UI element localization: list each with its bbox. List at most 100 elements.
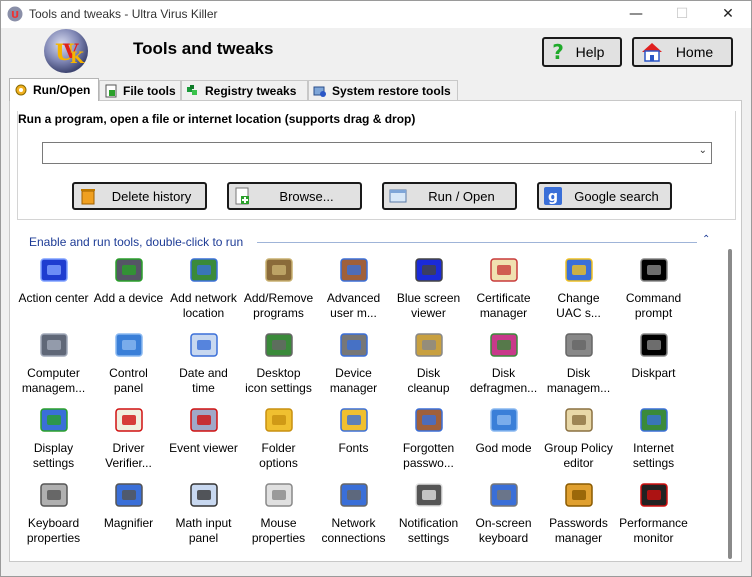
tool-item-driver[interactable]: Driver Verifier...: [91, 405, 166, 471]
tool-item-disk[interactable]: Disk cleanup: [391, 330, 466, 396]
run-open-button[interactable]: Run / Open: [382, 182, 517, 210]
tool-item-certificate[interactable]: Certificate manager: [466, 255, 541, 321]
delete-history-button[interactable]: Delete history: [72, 182, 207, 210]
tool-label: settings: [32, 456, 75, 470]
tool-item-math-input[interactable]: Math input panel: [166, 480, 241, 546]
tool-item-display[interactable]: Display settings: [16, 405, 91, 471]
tool-label: Display: [33, 441, 74, 455]
home-button[interactable]: Home: [632, 37, 733, 67]
close-button[interactable]: ✕: [705, 1, 751, 28]
calendar-icon: [189, 333, 218, 357]
globe-icon: [639, 408, 668, 432]
scroll-thumb[interactable]: [728, 249, 732, 559]
tab-label: Registry tweaks: [205, 83, 297, 98]
tool-label: icon settings: [245, 381, 312, 395]
tool-item-change[interactable]: Change UAC s...: [541, 255, 616, 321]
tab-run-open[interactable]: Run/Open: [9, 78, 99, 101]
tool-item-disk[interactable]: Disk defragmen...: [466, 330, 541, 396]
delete-history-label: Delete history: [111, 188, 192, 204]
tool-item-god-mode[interactable]: God mode: [466, 405, 541, 456]
tool-label: keyboard: [478, 531, 529, 545]
tab-system-restore-tools[interactable]: System restore tools: [308, 80, 458, 100]
tool-item-control[interactable]: Control panel: [91, 330, 166, 396]
tool-label: Event viewer: [169, 441, 238, 455]
tool-item-desktop[interactable]: Desktop icon settings: [241, 330, 316, 396]
tool-item-device[interactable]: Device manager: [316, 330, 391, 396]
tool-item-folder[interactable]: Folder options: [241, 405, 316, 471]
tool-item-mouse[interactable]: Mouse properties: [241, 480, 316, 546]
run-combo-input[interactable]: ⌄: [42, 142, 712, 164]
tool-item-notification[interactable]: Notification settings: [391, 480, 466, 546]
tool-item-add-network[interactable]: Add network location: [166, 255, 241, 321]
maximize-button[interactable]: ☐: [659, 1, 705, 28]
tab-registry-tweaks[interactable]: Registry tweaks: [181, 80, 308, 100]
tool-label: passwo...: [403, 456, 454, 470]
svg-text:U: U: [11, 10, 19, 21]
tool-item-action-center[interactable]: Action center: [16, 255, 91, 306]
tool-item-blue-screen[interactable]: Blue screen viewer: [391, 255, 466, 321]
tool-item-keyboard[interactable]: Keyboard properties: [16, 480, 91, 546]
tool-label: panel: [113, 381, 144, 395]
tool-item-computer[interactable]: Computer managem...: [16, 330, 91, 396]
collapse-icon[interactable]: ⌃: [702, 234, 710, 245]
tool-item-add-a-device[interactable]: Add a device: [91, 255, 166, 306]
app-window: U Tools and tweaks - Ultra Virus Killer …: [0, 0, 752, 577]
tool-label: Computer: [27, 366, 80, 380]
google-search-button[interactable]: g Google search: [537, 182, 672, 210]
tool-label: Internet: [633, 441, 674, 455]
tool-label: Blue screen: [396, 291, 461, 305]
tool-item-network[interactable]: Network connections: [316, 480, 391, 546]
tool-item-disk[interactable]: Disk managem...: [541, 330, 616, 396]
tool-item-forgotten[interactable]: Forgotten passwo...: [391, 405, 466, 471]
tool-label: editor: [563, 456, 594, 470]
tool-item-add-remove[interactable]: Add/Remove programs: [241, 255, 316, 321]
tool-item-passwords[interactable]: Passwords manager: [541, 480, 616, 546]
tools-grid: Action center Add a device Add network loca…: [16, 251, 721, 563]
minimize-button[interactable]: —: [613, 1, 659, 28]
tool-label: Change: [557, 291, 600, 305]
disk-icon: [564, 333, 593, 357]
folder-icon: [264, 408, 293, 432]
tool-label: UAC s...: [556, 306, 601, 320]
tool-label: Date and: [179, 366, 228, 380]
computer-icon: [39, 333, 68, 357]
tab-file-tools[interactable]: File tools: [99, 80, 181, 100]
chevron-down-icon[interactable]: ⌄: [699, 145, 707, 156]
help-button[interactable]: ? Help: [542, 37, 622, 67]
window-title: Tools and tweaks - Ultra Virus Killer: [29, 7, 218, 21]
google-search-label: Google search: [574, 188, 659, 204]
tool-item-diskpart[interactable]: Diskpart: [616, 330, 691, 381]
tool-label: Folder: [261, 441, 296, 455]
notification-icon: [414, 483, 443, 507]
magnifier-icon: [114, 483, 143, 507]
tool-label: Disk: [491, 366, 516, 380]
tool-item-group-policy[interactable]: Group Policy editor: [541, 405, 616, 471]
tool-item-internet[interactable]: Internet settings: [616, 405, 691, 471]
tool-item-on-screen[interactable]: On-screen keyboard: [466, 480, 541, 546]
tab-label: File tools: [123, 83, 176, 98]
console-icon: [639, 333, 668, 357]
tool-item-date-and[interactable]: Date and time: [166, 330, 241, 396]
onscreen-keyboard-icon: [489, 483, 518, 507]
tool-label: manager: [554, 531, 603, 545]
tool-item-magnifier[interactable]: Magnifier: [91, 480, 166, 531]
tool-label: Performance: [619, 516, 688, 530]
tool-item-command[interactable]: Command prompt: [616, 255, 691, 321]
tools-scrollbar[interactable]: [728, 249, 733, 563]
file-add-icon: [235, 187, 249, 205]
tool-label: defragmen...: [469, 381, 538, 395]
tool-item-advanced[interactable]: Advanced user m...: [316, 255, 391, 321]
tool-item-performance[interactable]: Performance monitor: [616, 480, 691, 546]
tool-label: Notification: [398, 516, 459, 530]
tool-item-fonts[interactable]: Fonts: [316, 405, 391, 456]
disk-cleanup-icon: [414, 333, 443, 357]
tool-label: Disk: [416, 366, 441, 380]
control-panel-icon: [489, 408, 518, 432]
tool-label: viewer: [411, 306, 446, 320]
certificate-icon: [489, 258, 518, 282]
tool-label: Certificate: [476, 291, 531, 305]
browse-button[interactable]: Browse...: [227, 182, 362, 210]
users-icon: [339, 258, 368, 282]
tool-item-event-viewer[interactable]: Event viewer: [166, 405, 241, 456]
tool-label: Add network: [170, 291, 237, 305]
